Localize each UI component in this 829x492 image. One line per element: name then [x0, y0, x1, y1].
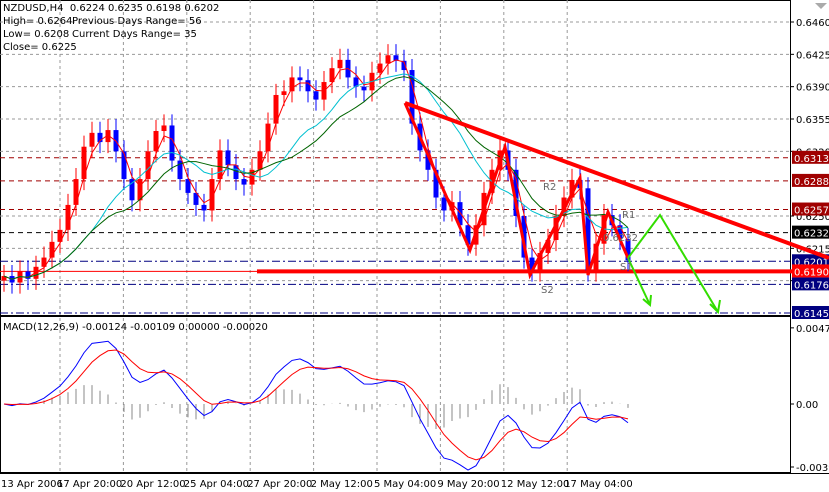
level-label: 0.6257 [794, 206, 829, 217]
x-tick-label: 5 May 04:00 [374, 479, 436, 490]
y-tick-label: 0.6390 [796, 83, 829, 94]
y-tick-label: 0.6460 [796, 18, 829, 29]
bull-candle [81, 146, 87, 180]
bear-candle [305, 80, 311, 92]
bull-candle [153, 131, 159, 152]
forecast-path [627, 213, 719, 313]
x-tick-label: 17 Apr 20:00 [57, 479, 122, 490]
bull-candle [89, 132, 95, 147]
bear-candle [129, 179, 135, 201]
pivot-label: 0.6232 [603, 233, 638, 244]
bull-candle [281, 91, 287, 95]
bull-candle [217, 150, 223, 180]
high-readout: High= 0.6264 [3, 16, 73, 27]
macd-line [3, 340, 629, 471]
level-label: 0.6288 [794, 177, 829, 188]
bull-candle [161, 125, 167, 132]
x-tick-label: 17 May 04:00 [564, 479, 633, 490]
x-tick-label: 13 Apr 2006 [1, 479, 63, 490]
bull-candle [385, 55, 391, 64]
pivot-label: R1 [622, 210, 635, 221]
bear-candle [297, 77, 303, 81]
x-tick-label: 25 Apr 04:00 [184, 479, 249, 490]
x-tick-label: 20 Apr 12:00 [120, 479, 185, 490]
level-label: 0.6190 [794, 267, 829, 278]
bear-candle [441, 197, 447, 211]
level-label: 0.6145 [794, 309, 829, 320]
level-label: 0.6313 [794, 154, 829, 165]
bear-candle [313, 91, 319, 100]
level-label: 0.6176 [794, 280, 829, 291]
pivot-label: S1 [620, 262, 633, 273]
y-tick-label: 0.6425 [796, 50, 829, 61]
bull-candle [337, 59, 343, 69]
current-range-readout: Current Days Range= 35 [72, 29, 197, 40]
ohlc-readout: NZDUSD,H4 0.6224 0.6235 0.6198 0.6202 [3, 3, 220, 14]
macd-y-tick-label: 0.00475 [796, 324, 829, 335]
low-readout: Low= 0.6208 [3, 29, 70, 40]
bear-candle [241, 179, 247, 185]
x-tick-label: 12 May 12:00 [501, 479, 570, 490]
macd-y-tick-label: 0.00 [796, 400, 818, 411]
x-tick-label: 27 Apr 20:00 [247, 479, 312, 490]
y-tick-label: 0.6355 [796, 115, 829, 126]
pivot-label: R2 [543, 182, 556, 193]
bull-candle [145, 151, 151, 180]
bull-candle [377, 63, 383, 73]
bull-candle [289, 77, 295, 92]
chart-window[interactable]: 13 Apr 2006 17 Apr 20:00 20 Apr 12:00 25 Ap… [0, 0, 829, 492]
price-chart[interactable]: 13 Apr 200617 Apr 20:0020 Apr 12:0025 Ap… [0, 0, 829, 492]
bear-candle [225, 150, 231, 166]
macd-title: MACD(12,26,9) -0.00124 -0.00109 0.00000 … [3, 322, 268, 333]
close-readout: Close= 0.6225 [3, 42, 77, 53]
bear-candle [121, 151, 127, 180]
bull-candle [137, 179, 143, 201]
bear-candle [201, 204, 207, 211]
chart-shift-marker-icon [815, 3, 827, 9]
x-tick-label: 9 May 20:00 [437, 479, 499, 490]
pivot-label: S2 [541, 285, 554, 296]
bull-candle [73, 179, 79, 205]
macd-y-tick-label: -0.00393 [796, 463, 829, 474]
macd-panel-frame [0, 316, 791, 473]
bull-candle [257, 151, 263, 170]
x-tick-label: 2 May 12:00 [311, 479, 373, 490]
previous-range-readout: Previous Days Range= 56 [72, 16, 202, 27]
bear-candle [361, 86, 367, 91]
level-label: 0.6232 [794, 229, 829, 240]
